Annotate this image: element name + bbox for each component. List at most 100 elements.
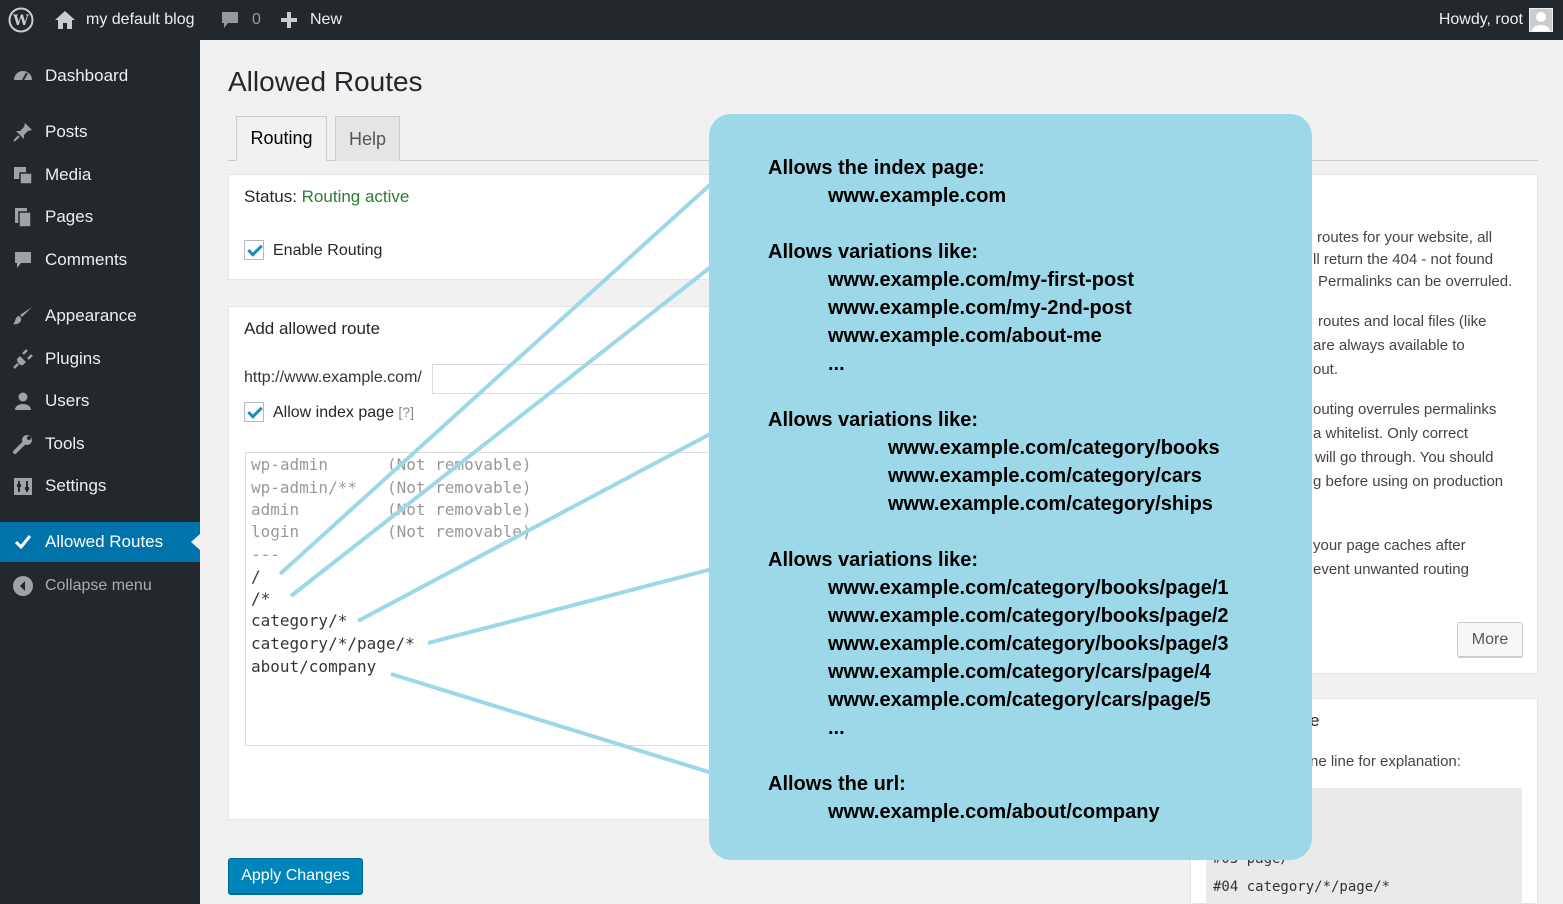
page-title: Allowed Routes — [228, 66, 423, 97]
route-note: (Not removable) — [387, 478, 532, 497]
route-path: admin — [251, 500, 300, 519]
allow-index-checkbox[interactable] — [244, 402, 264, 422]
callout-item: www.example.com/category/cars — [888, 465, 1202, 487]
callout-item: www.example.com/about-me — [828, 325, 1102, 347]
user-route-line: / — [251, 567, 261, 586]
route-path: wp-admin/** — [251, 478, 357, 497]
enable-routing-checkbox[interactable] — [244, 240, 264, 260]
callout-item: www.example.com/category/ships — [888, 493, 1213, 515]
collapse-menu-button[interactable]: Collapse menu — [0, 566, 200, 606]
help-marker[interactable]: [?] — [398, 404, 414, 420]
sidebar-item-label: Users — [45, 391, 90, 410]
admin-bar: W my default blog 0 New Howdy, root — [0, 0, 1563, 40]
example-hint: ne line for explanation: — [1310, 753, 1461, 770]
help-line: routes and local files (like — [1318, 313, 1487, 330]
callout-item: www.example.com/category/cars/page/4 — [828, 661, 1211, 683]
sidebar-item-label: Media — [45, 165, 92, 184]
callout-item: www.example.com/category/books/page/1 — [828, 577, 1229, 599]
settings-icon — [11, 474, 35, 498]
help-line: routes for your website, all — [1317, 229, 1493, 246]
callout-item: ... — [828, 717, 845, 739]
fixed-route-line: admin (Not removable) — [251, 500, 532, 519]
help-line: will go through. You should — [1315, 449, 1494, 466]
more-button[interactable]: More — [1457, 622, 1523, 657]
sidebar-item-settings[interactable]: Settings — [0, 466, 200, 506]
add-route-title: Add allowed route — [244, 319, 381, 338]
callout-item: www.example.com/category/books/page/2 — [828, 605, 1229, 627]
callout-heading: Allows variations like: — [768, 241, 979, 263]
sidebar-item-label: Allowed Routes — [45, 532, 164, 551]
user-route-line: category/*/page/* — [251, 634, 415, 653]
status-value: Routing active — [301, 187, 410, 206]
callout-heading: Allows the index page: — [768, 157, 985, 179]
howdy-text: Howdy, root — [1438, 11, 1523, 28]
sidebar-item-label: Posts — [45, 122, 88, 141]
sidebar-item-media[interactable]: Media — [0, 155, 200, 195]
collapse-menu-label: Collapse menu — [45, 577, 152, 594]
wordpress-logo-icon[interactable]: W — [8, 0, 34, 40]
callout-item: www.example.com/category/books/page/3 — [828, 633, 1229, 655]
sidebar-item-users[interactable]: Users — [0, 381, 200, 421]
comments-link[interactable]: 0 — [220, 0, 261, 40]
example-code-line: #04 category/*/page/* — [1213, 879, 1391, 895]
help-line: outing overrules permalinks — [1313, 401, 1497, 418]
sidebar-item-comments[interactable]: Comments — [0, 240, 200, 280]
wrench-icon — [11, 432, 35, 456]
callout-item: www.example.com/my-first-post — [828, 269, 1134, 291]
callout-item: www.example.com/category/cars/page/5 — [828, 689, 1211, 711]
sidebar-item-posts[interactable]: Posts — [0, 112, 200, 152]
enable-routing-label: Enable Routing — [273, 242, 383, 259]
callout-heading: Allows variations like: — [768, 409, 979, 431]
sidebar-item-pages[interactable]: Pages — [0, 197, 200, 237]
user-route-line: about/company — [251, 657, 377, 676]
sidebar-item-label: Tools — [45, 434, 85, 453]
collapse-arrow-icon — [11, 574, 35, 598]
home-icon — [54, 10, 76, 30]
new-label: New — [310, 11, 343, 28]
sidebar-item-appearance[interactable]: Appearance — [0, 296, 200, 336]
sidebar-item-allowed-routes[interactable]: Allowed Routes — [0, 522, 200, 562]
help-line: g before using on production — [1313, 473, 1504, 490]
callout-heading: Allows the url: — [768, 773, 906, 795]
pages-icon — [11, 205, 35, 229]
route-note: (Not removable) — [387, 500, 532, 519]
callout-item: www.example.com/about/company — [828, 801, 1160, 823]
sidebar-item-tools[interactable]: Tools — [0, 424, 200, 464]
avatar[interactable] — [1529, 8, 1553, 32]
callout-item: www.example.com — [828, 185, 1007, 207]
comment-bubble-icon — [220, 11, 240, 29]
route-note: (Not removable) — [387, 455, 532, 474]
user-route-line: /* — [251, 589, 271, 608]
sidebar-item-plugins[interactable]: Plugins — [0, 339, 200, 379]
help-line: event unwanted routing — [1313, 561, 1469, 578]
plug-icon — [11, 347, 35, 371]
callout-item: ... — [828, 353, 845, 375]
sidebar-item-label: Comments — [45, 250, 128, 269]
sidebar-item-label: Appearance — [45, 306, 137, 325]
sidebar-item-label: Pages — [45, 207, 94, 226]
account-menu[interactable]: Howdy, root — [1439, 0, 1523, 40]
plus-icon — [280, 11, 298, 29]
site-menu[interactable]: my default blog — [54, 0, 195, 40]
tab-help[interactable]: Help — [335, 116, 400, 161]
callout-item: www.example.com/my-2nd-post — [828, 297, 1132, 319]
callout-heading: Allows variations like: — [768, 549, 979, 571]
brush-icon — [11, 304, 35, 328]
url-prefix: http://www.example.com/ — [244, 369, 422, 386]
route-input[interactable] — [432, 364, 722, 394]
sidebar-item-label: Plugins — [45, 349, 101, 368]
sidebar-item-label: Settings — [45, 476, 107, 495]
tab-routing[interactable]: Routing — [236, 116, 327, 161]
route-note: (Not removable) — [387, 522, 532, 541]
apply-changes-button[interactable]: Apply Changes — [228, 858, 363, 894]
comments-count: 0 — [252, 11, 261, 28]
user-icon — [11, 389, 35, 413]
help-line: Permalinks can be overruled. — [1318, 273, 1513, 290]
admin-sidebar: Dashboard Posts Media Pages Comments App… — [0, 40, 200, 904]
fixed-route-line: wp-admin/** (Not removable) — [251, 478, 532, 497]
site-name: my default blog — [86, 11, 195, 28]
sidebar-item-dashboard[interactable]: Dashboard — [0, 56, 200, 96]
new-content-menu[interactable]: New — [280, 0, 342, 40]
help-line: your page caches after — [1313, 537, 1466, 554]
help-line: are always available to — [1313, 337, 1465, 354]
